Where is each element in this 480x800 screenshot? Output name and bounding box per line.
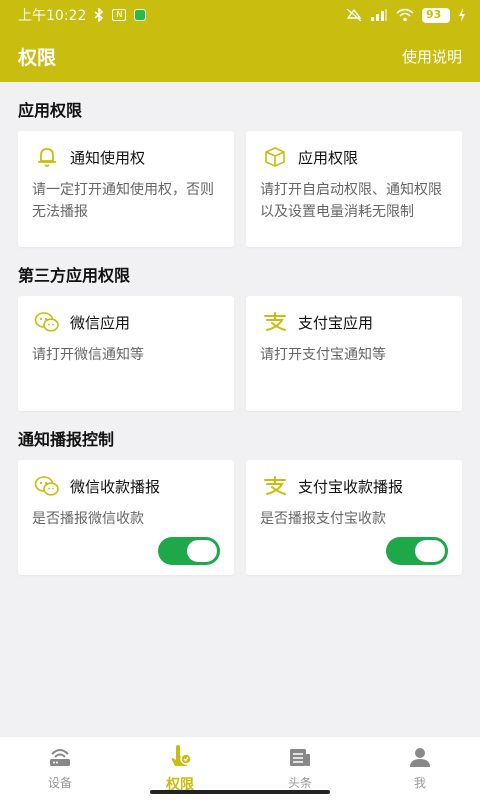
help-link[interactable]: 使用说明	[402, 46, 462, 67]
mute-icon	[346, 8, 362, 22]
wifi-icon	[396, 8, 414, 22]
card-wechat-app[interactable]: 微信应用 请打开微信通知等	[18, 296, 234, 411]
toggle-knob	[415, 540, 445, 562]
page-title: 权限	[18, 46, 57, 69]
app-header: 权限 使用说明	[0, 30, 480, 82]
card-description: 请打开支付宝通知等	[260, 347, 386, 363]
signal-icon	[370, 8, 388, 22]
nav-item-devices[interactable]: 设备	[0, 737, 120, 800]
toggle-knob	[187, 540, 217, 562]
status-time: 上午10:22	[18, 8, 87, 24]
status-bar: 上午10:22 N 93	[0, 0, 480, 30]
alipay-broadcast-toggle[interactable]	[386, 537, 448, 565]
bell-icon	[34, 145, 60, 169]
app-notification-icon	[134, 9, 147, 21]
card-wechat-broadcast: 微信收款播报 是否播报微信收款	[18, 460, 234, 575]
card-alipay-broadcast: 支付宝收款播报 是否播报支付宝收款	[246, 460, 462, 575]
alipay-icon	[262, 474, 288, 498]
section-title-broadcast-control: 通知播报控制	[18, 430, 115, 449]
card-description: 请打开自启动权限、通知权限以及设置电量消耗无限制	[260, 182, 442, 220]
card-notification-access[interactable]: 通知使用权 请一定打开通知使用权，否则无法播报	[18, 131, 234, 247]
alipay-icon	[262, 310, 288, 334]
wechat-icon	[34, 474, 60, 498]
nav-label: 设备	[47, 776, 72, 790]
card-app-permission[interactable]: 应用权限 请打开自启动权限、通知权限以及设置电量消耗无限制	[246, 131, 462, 247]
news-icon	[287, 746, 313, 772]
wechat-broadcast-toggle[interactable]	[158, 537, 220, 565]
card-description: 是否播报支付宝收款	[260, 511, 386, 527]
wechat-icon	[34, 310, 60, 334]
card-description: 请打开微信通知等	[32, 347, 144, 363]
charging-icon	[458, 8, 466, 22]
card-title: 应用权限	[298, 148, 359, 167]
card-title: 支付宝收款播报	[298, 477, 404, 496]
battery-level: 93	[422, 7, 450, 23]
section-title-third-party: 第三方应用权限	[18, 266, 131, 285]
shield-hand-icon	[167, 744, 193, 772]
person-icon	[407, 746, 433, 772]
nav-label: 头条	[287, 776, 312, 790]
bluetooth-icon	[94, 8, 104, 22]
card-description: 请一定打开通知使用权，否则无法播报	[32, 182, 214, 220]
card-title: 微信收款播报	[70, 477, 161, 496]
cube-icon	[262, 145, 288, 169]
card-title: 支付宝应用	[298, 313, 374, 332]
section-title-app-permissions: 应用权限	[18, 101, 83, 120]
card-alipay-app[interactable]: 支付宝应用 请打开支付宝通知等	[246, 296, 462, 411]
card-title: 通知使用权	[70, 148, 146, 167]
card-description: 是否播报微信收款	[32, 511, 144, 527]
router-icon	[47, 746, 73, 772]
nav-label: 我	[413, 776, 426, 790]
card-title: 微信应用	[70, 313, 131, 332]
nfc-icon: N	[112, 9, 127, 21]
home-indicator[interactable]	[150, 790, 330, 794]
nav-item-me[interactable]: 我	[360, 737, 480, 800]
